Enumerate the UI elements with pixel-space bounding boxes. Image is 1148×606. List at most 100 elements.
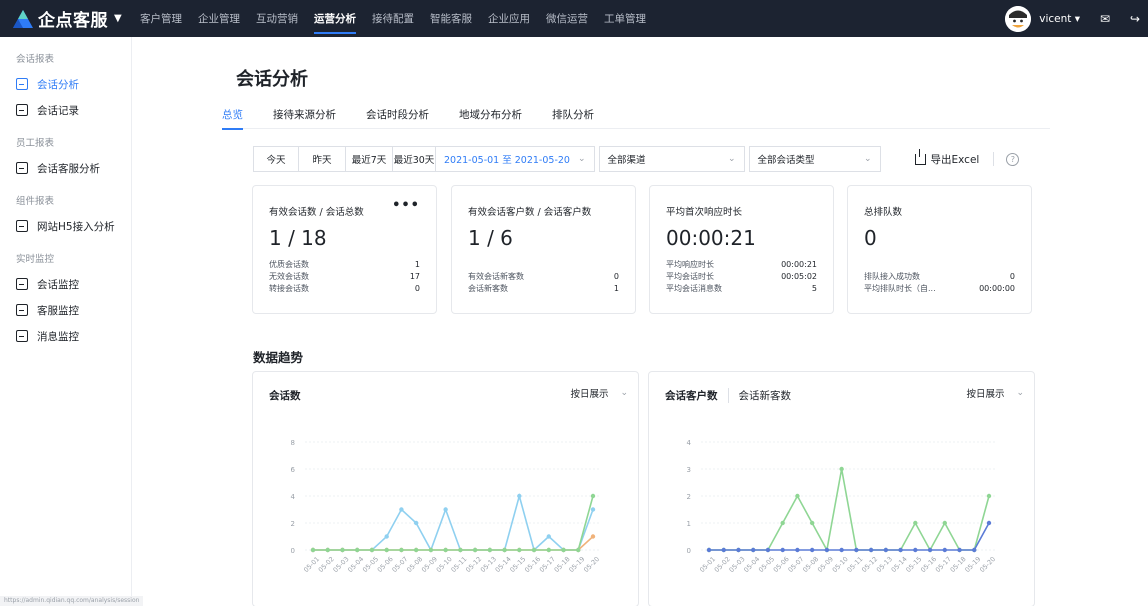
channel-select[interactable]: 全部渠道 ⌄ — [598, 146, 745, 172]
customer-count-view-select[interactable]: 按日展示 ⌄ — [966, 386, 1024, 400]
data-point[interactable] — [780, 547, 785, 553]
tab-1[interactable]: 接待来源分析 — [273, 107, 336, 129]
product-logo[interactable]: 企点客服 ▼ — [0, 0, 140, 37]
data-point[interactable] — [854, 547, 859, 553]
nav-item-0[interactable]: 客户管理 — [140, 0, 182, 37]
date-range-picker[interactable]: 2021-05-01 至 2021-05-20 ⌄ — [435, 146, 595, 172]
sidebar-item-1-0[interactable]: 会话客服分析 — [0, 157, 131, 179]
quick-range-button-1[interactable]: 昨天 — [298, 146, 346, 172]
nav-item-5[interactable]: 智能客服 — [430, 0, 472, 37]
data-point[interactable] — [590, 534, 596, 539]
nav-item-8[interactable]: 工单管理 — [604, 0, 646, 37]
data-point[interactable] — [546, 547, 551, 553]
data-point[interactable] — [546, 534, 551, 539]
data-point[interactable] — [384, 547, 389, 553]
export-excel-button[interactable]: 导出Excel — [914, 148, 979, 167]
data-point[interactable] — [310, 547, 316, 553]
data-point[interactable] — [883, 547, 889, 553]
data-point[interactable] — [413, 547, 419, 553]
data-point[interactable] — [458, 547, 463, 553]
data-point[interactable] — [972, 547, 977, 553]
sidebar-item-0-1[interactable]: 会话记录 — [0, 99, 131, 121]
tab-3[interactable]: 地域分布分析 — [459, 107, 522, 129]
data-point[interactable] — [472, 547, 478, 553]
nav-item-4[interactable]: 接待配置 — [372, 0, 414, 37]
data-point[interactable] — [751, 547, 756, 553]
nav-item-1[interactable]: 企业管理 — [198, 0, 240, 37]
data-point[interactable] — [986, 520, 992, 526]
data-point[interactable] — [576, 547, 581, 553]
data-point[interactable] — [839, 466, 844, 472]
data-point[interactable] — [824, 547, 830, 553]
data-point[interactable] — [531, 547, 537, 553]
data-point[interactable] — [839, 547, 844, 553]
data-point[interactable] — [736, 547, 741, 553]
data-point[interactable] — [325, 547, 330, 553]
session-count-view-select[interactable]: 按日展示 ⌄ — [570, 386, 628, 400]
data-point[interactable] — [517, 493, 522, 499]
sidebar-item-0-0[interactable]: 会话分析 — [0, 73, 131, 95]
data-point[interactable] — [868, 547, 874, 553]
data-point[interactable] — [721, 547, 726, 553]
data-point[interactable] — [942, 547, 947, 553]
data-point[interactable] — [795, 547, 800, 553]
tab-2[interactable]: 会话时段分析 — [366, 107, 429, 129]
quick-range-button-3[interactable]: 最近30天 — [392, 146, 436, 172]
data-point[interactable] — [809, 547, 815, 553]
nav-item-6[interactable]: 企业应用 — [488, 0, 530, 37]
tab-0[interactable]: 总览 — [222, 107, 243, 130]
nav-item-3[interactable]: 运营分析 — [314, 0, 356, 37]
sidebar-item-2-0[interactable]: 网站H5接入分析 — [0, 215, 131, 237]
data-point[interactable] — [809, 520, 815, 526]
session-type-select[interactable]: 全部会话类型 ⌄ — [748, 146, 881, 172]
help-icon[interactable]: ? — [1006, 152, 1020, 166]
data-point[interactable] — [590, 493, 596, 499]
nav-item-2[interactable]: 互动营销 — [256, 0, 298, 37]
avatar[interactable] — [1005, 5, 1032, 32]
sidebar: 会话报表 会话分析 会话记录 员工报表 会话客服分析 组件报表 网站H5接入分析 实时监控 会话… — [0, 37, 132, 606]
mail-icon[interactable]: ✉ — [1098, 12, 1112, 26]
data-point[interactable] — [957, 547, 962, 553]
data-point[interactable] — [986, 493, 992, 499]
sidebar-item-3-1[interactable]: 客服监控 — [0, 299, 131, 321]
quick-range-button-2[interactable]: 最近7天 — [345, 146, 393, 172]
sidebar-item-3-2[interactable]: 消息监控 — [0, 325, 131, 347]
sidebar-item-3-0[interactable]: 会话监控 — [0, 273, 131, 295]
stat-card-row: 转接会话数 0 — [269, 283, 420, 295]
data-point[interactable] — [413, 520, 419, 526]
data-point[interactable] — [795, 493, 800, 499]
data-point[interactable] — [443, 507, 448, 512]
logout-icon[interactable]: ↪ — [1128, 12, 1142, 26]
data-point[interactable] — [502, 547, 507, 553]
data-point[interactable] — [780, 520, 785, 526]
data-point[interactable] — [399, 547, 404, 553]
nav-item-7[interactable]: 微信运营 — [546, 0, 588, 37]
data-point[interactable] — [517, 547, 522, 553]
data-point[interactable] — [561, 547, 566, 553]
data-point[interactable] — [443, 547, 448, 553]
chevron-down-icon: ⌄ — [1016, 388, 1024, 398]
data-point[interactable] — [765, 547, 771, 553]
user-menu[interactable]: vicent ▾ — [1039, 13, 1080, 25]
product-switch-chevron-icon[interactable]: ▼ — [114, 13, 122, 24]
data-point[interactable] — [913, 520, 918, 526]
tab-4[interactable]: 排队分析 — [552, 107, 594, 129]
tab-new-customer-count[interactable]: 会话新客数 — [727, 388, 791, 403]
data-point[interactable] — [399, 507, 404, 512]
data-point[interactable] — [340, 547, 345, 553]
data-point[interactable] — [428, 547, 434, 553]
avatar-image — [1005, 5, 1032, 32]
data-point[interactable] — [590, 507, 596, 512]
more-options-icon[interactable]: ••• — [392, 198, 420, 213]
data-point[interactable] — [487, 547, 493, 553]
data-point[interactable] — [355, 547, 360, 553]
data-point[interactable] — [706, 547, 712, 553]
data-point[interactable] — [369, 547, 375, 553]
data-point[interactable] — [384, 534, 389, 539]
data-point[interactable] — [898, 547, 903, 553]
tab-customer-count[interactable]: 会话客户数 — [665, 388, 718, 403]
quick-range-button-0[interactable]: 今天 — [253, 146, 299, 172]
data-point[interactable] — [942, 520, 947, 526]
data-point[interactable] — [913, 547, 918, 553]
data-point[interactable] — [927, 547, 933, 553]
